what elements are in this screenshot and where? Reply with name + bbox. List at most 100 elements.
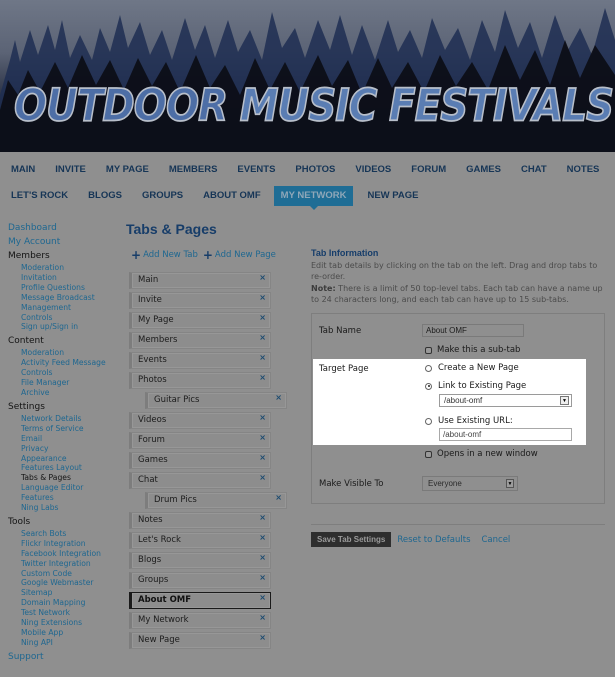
tab-item[interactable]: Photos × <box>129 372 271 389</box>
remove-icon[interactable]: × <box>259 510 266 525</box>
sidebar-item[interactable]: Controls <box>8 313 123 323</box>
sidebar-item-current[interactable]: Tabs & Pages <box>8 473 123 483</box>
remove-icon[interactable]: × <box>259 290 266 305</box>
remove-icon[interactable]: × <box>259 370 266 385</box>
radio-use-existing-url[interactable]: Use Existing URL: <box>425 416 513 426</box>
sidebar-item[interactable]: Features Layout <box>8 463 123 473</box>
sidebar-item[interactable]: Sitemap <box>8 588 123 598</box>
sub-tab-item[interactable]: Guitar Pics × <box>145 392 287 409</box>
sidebar-item[interactable]: Mobile App <box>8 628 123 638</box>
sidebar-link-dashboard[interactable]: Dashboard <box>8 222 123 236</box>
tab-item[interactable]: Invite × <box>129 292 271 309</box>
nav-chat[interactable]: CHAT <box>521 160 547 180</box>
nav-lets-rock[interactable]: LET'S ROCK <box>11 186 68 206</box>
nav-games[interactable]: GAMES <box>466 160 501 180</box>
tab-item[interactable]: Groups × <box>129 572 271 589</box>
remove-icon[interactable]: × <box>259 470 266 485</box>
sidebar-item[interactable]: Controls <box>8 368 123 378</box>
sidebar-link-support[interactable]: Support <box>8 651 123 665</box>
sidebar-item[interactable]: Moderation <box>8 263 123 273</box>
add-new-tab-link[interactable]: + Add New Tab <box>131 249 198 261</box>
nav-new-page[interactable]: NEW PAGE <box>367 186 418 206</box>
remove-icon[interactable]: × <box>275 390 282 405</box>
remove-icon[interactable]: × <box>275 490 282 505</box>
save-tab-settings-button[interactable]: Save Tab Settings <box>311 532 392 547</box>
remove-icon[interactable]: × <box>259 330 266 345</box>
sidebar-item[interactable]: Domain Mapping <box>8 598 123 608</box>
sidebar-item[interactable]: Moderation <box>8 348 123 358</box>
tab-item[interactable]: Chat × <box>129 472 271 489</box>
sub-tab-item[interactable]: Drum Pics × <box>145 492 287 509</box>
sidebar-item[interactable]: Ning API <box>8 638 123 648</box>
sidebar-item[interactable]: Custom Code <box>8 569 123 579</box>
sidebar-item[interactable]: Activity Feed Message <box>8 358 123 368</box>
sidebar-item[interactable]: Ning Extensions <box>8 618 123 628</box>
nav-photos[interactable]: PHOTOS <box>295 160 335 180</box>
tab-item[interactable]: Notes × <box>129 512 271 529</box>
tab-item[interactable]: Forum × <box>129 432 271 449</box>
remove-icon[interactable]: × <box>259 430 266 445</box>
reset-to-defaults-link[interactable]: Reset to Defaults <box>397 535 470 545</box>
remove-icon[interactable]: × <box>259 350 266 365</box>
tab-item[interactable]: Let's Rock × <box>129 532 271 549</box>
remove-icon[interactable]: × <box>259 410 266 425</box>
remove-icon[interactable]: × <box>259 590 266 605</box>
radio-link-existing-page[interactable]: Link to Existing Page <box>425 381 526 391</box>
nav-events[interactable]: EVENTS <box>237 160 275 180</box>
remove-icon[interactable]: × <box>259 450 266 465</box>
nav-invite[interactable]: INVITE <box>55 160 86 180</box>
tab-item[interactable]: Games × <box>129 452 271 469</box>
nav-videos[interactable]: VIDEOS <box>355 160 391 180</box>
sidebar-item[interactable]: Flickr Integration <box>8 539 123 549</box>
visible-to-select[interactable]: Everyone ▼ <box>422 476 518 491</box>
tab-item[interactable]: My Network × <box>129 612 271 629</box>
nav-my-network[interactable]: MY NETWORK <box>273 186 354 210</box>
radio-create-new-page[interactable]: Create a New Page <box>425 363 519 373</box>
sidebar-item[interactable]: Ning Labs <box>8 503 123 513</box>
tab-item[interactable]: Main × <box>129 272 271 289</box>
tab-item[interactable]: My Page × <box>129 312 271 329</box>
tab-name-input[interactable]: About OMF <box>422 324 524 337</box>
remove-icon[interactable]: × <box>259 530 266 545</box>
tab-item[interactable]: New Page × <box>129 632 271 649</box>
nav-forum[interactable]: FORUM <box>411 160 446 180</box>
nav-about-omf[interactable]: ABOUT OMF <box>203 186 261 206</box>
nav-notes[interactable]: NOTES <box>567 160 600 180</box>
sidebar-item[interactable]: Terms of Service <box>8 424 123 434</box>
sidebar-item[interactable]: Invitation <box>8 273 123 283</box>
nav-my-page[interactable]: MY PAGE <box>106 160 149 180</box>
new-window-checkbox[interactable]: Opens in a new window <box>425 449 538 459</box>
tab-item-selected[interactable]: About OMF × <box>129 592 271 609</box>
tab-item[interactable]: Blogs × <box>129 552 271 569</box>
nav-main[interactable]: MAIN <box>11 160 35 180</box>
remove-icon[interactable]: × <box>259 610 266 625</box>
sidebar-item[interactable]: Test Network <box>8 608 123 618</box>
sidebar-item[interactable]: Management <box>8 303 123 313</box>
existing-page-select[interactable]: /about-omf ▼ <box>439 394 572 407</box>
sidebar-item[interactable]: Message Broadcast <box>8 293 123 303</box>
nav-blogs[interactable]: BLOGS <box>88 186 122 206</box>
cancel-link[interactable]: Cancel <box>482 535 511 545</box>
sidebar-item[interactable]: Profile Questions <box>8 283 123 293</box>
tab-item[interactable]: Videos × <box>129 412 271 429</box>
sidebar-item[interactable]: Facebook Integration <box>8 549 123 559</box>
existing-url-input[interactable]: /about-omf <box>439 428 572 441</box>
sidebar-item[interactable]: File Manager <box>8 378 123 388</box>
sidebar-link-my-account[interactable]: My Account <box>8 236 123 250</box>
tab-item[interactable]: Members × <box>129 332 271 349</box>
sidebar-item[interactable]: Features <box>8 493 123 503</box>
sidebar-item[interactable]: Privacy <box>8 444 123 454</box>
sidebar-item[interactable]: Email <box>8 434 123 444</box>
sidebar-item[interactable]: Language Editor <box>8 483 123 493</box>
sidebar-item[interactable]: Sign up/Sign in <box>8 322 123 332</box>
tab-item[interactable]: Events × <box>129 352 271 369</box>
sidebar-item[interactable]: Archive <box>8 388 123 398</box>
sidebar-item[interactable]: Network Details <box>8 414 123 424</box>
remove-icon[interactable]: × <box>259 570 266 585</box>
sub-tab-checkbox[interactable]: Make this a sub-tab <box>425 345 520 355</box>
add-new-page-link[interactable]: + Add New Page <box>203 249 276 261</box>
sidebar-item[interactable]: Google Webmaster <box>8 578 123 588</box>
nav-members[interactable]: MEMBERS <box>169 160 218 180</box>
sidebar-item[interactable]: Search Bots <box>8 529 123 539</box>
remove-icon[interactable]: × <box>259 630 266 645</box>
